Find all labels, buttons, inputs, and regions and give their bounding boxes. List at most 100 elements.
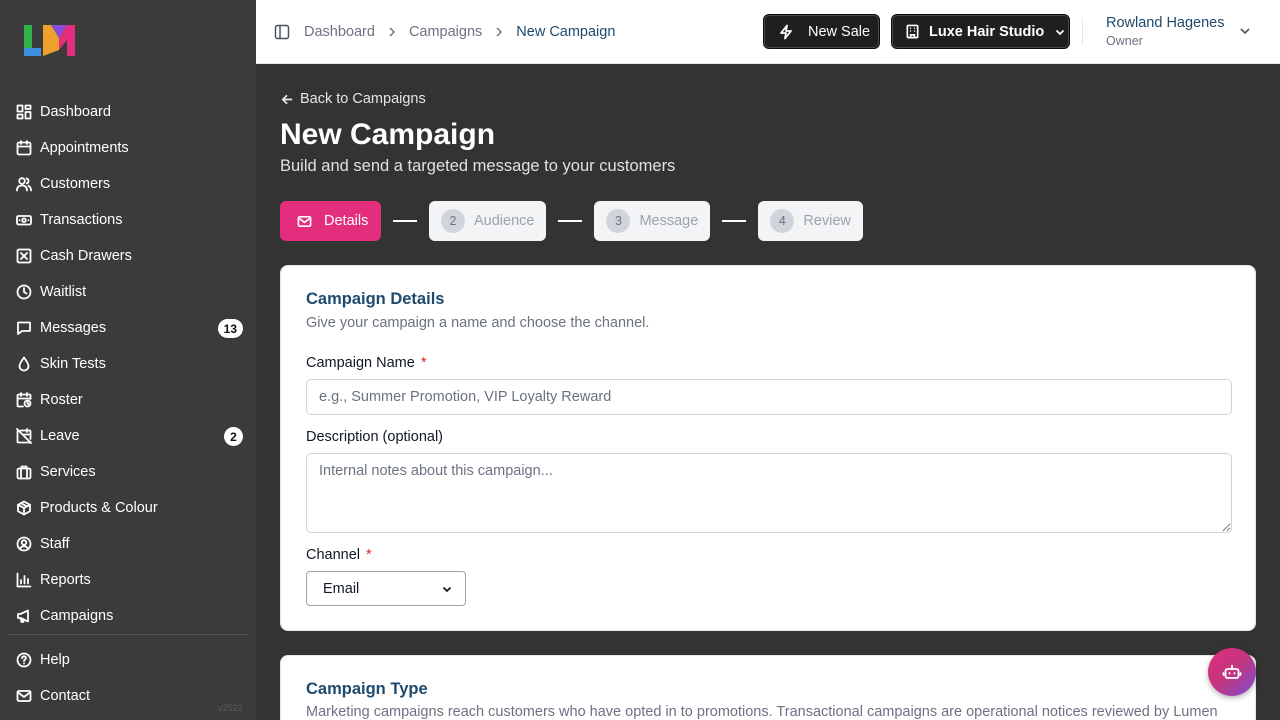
campaign-details-card: Campaign Details Give your campaign a na…	[280, 265, 1256, 631]
app-version: v2522	[218, 703, 243, 713]
bot-icon	[1222, 664, 1242, 679]
user-name: Rowland Hagenes	[1106, 15, 1225, 31]
user-menu[interactable]: Rowland Hagenes Owner	[1106, 15, 1225, 48]
sidebar-item-label: Customers	[40, 176, 111, 192]
sidebar-item-transactions[interactable]: Transactions	[0, 202, 256, 238]
assistant-bot-button[interactable]	[1208, 648, 1256, 696]
campaign-type-card: Campaign Type Marketing campaigns reach …	[280, 655, 1256, 720]
channel-select[interactable]: Email	[306, 571, 466, 606]
sidebar-item-label: Contact	[40, 688, 90, 704]
cash-drawer-icon	[16, 248, 32, 264]
breadcrumb-campaigns[interactable]: Campaigns	[409, 24, 482, 40]
message-icon	[16, 320, 32, 336]
sidebar-item-campaigns[interactable]: Campaigns	[0, 598, 256, 634]
campaign-name-input[interactable]	[306, 379, 1232, 415]
step-message[interactable]: 3 Message	[594, 201, 711, 241]
step-connector	[722, 220, 747, 222]
step-number: 2	[441, 209, 465, 233]
campaign-name-label: Campaign Name *	[306, 355, 427, 371]
back-to-campaigns-link[interactable]: Back to Campaigns	[280, 91, 426, 107]
step-review[interactable]: 4 Review	[758, 201, 863, 241]
help-icon	[16, 652, 32, 668]
store-selector[interactable]: Luxe Hair Studio	[891, 14, 1070, 49]
step-details[interactable]: Details	[280, 201, 381, 241]
chevron-right-icon	[494, 27, 504, 37]
back-label: Back to Campaigns	[300, 91, 426, 107]
channel-value: Email	[323, 580, 360, 597]
page-title: New Campaign	[280, 118, 496, 151]
dashboard-icon	[16, 104, 32, 120]
logo[interactable]	[21, 22, 75, 58]
sidebar-item-label: Waitlist	[40, 284, 87, 300]
header-divider	[1082, 18, 1083, 45]
sidebar-item-label: Messages	[40, 320, 107, 336]
step-audience[interactable]: 2 Audience	[429, 201, 547, 241]
card-title: Campaign Type	[306, 680, 428, 698]
step-connector	[558, 220, 583, 222]
chevron-down-icon	[1056, 29, 1065, 35]
chevron-down-icon	[442, 586, 452, 592]
step-label: Audience	[474, 213, 535, 229]
package-icon	[16, 500, 32, 516]
store-name: Luxe Hair Studio	[929, 23, 1045, 40]
sidebar-item-roster[interactable]: Roster	[0, 382, 256, 418]
page-subtitle: Build and send a targeted message to you…	[280, 157, 676, 175]
description-label: Description (optional)	[306, 429, 444, 445]
new-sale-button[interactable]: New Sale	[763, 14, 880, 49]
sidebar-item-label: Reports	[40, 572, 91, 588]
sidebar-item-label: Appointments	[40, 140, 129, 156]
sidebar-item-label: Staff	[40, 536, 70, 552]
main-content: Back to Campaigns New Campaign Build and…	[256, 65, 1280, 720]
breadcrumb-dashboard[interactable]: Dashboard	[304, 24, 375, 40]
step-connector	[393, 220, 417, 222]
calendar-icon	[16, 140, 32, 156]
sidebar-item-messages[interactable]: Messages 13	[0, 310, 256, 346]
sidebar-item-reports[interactable]: Reports	[0, 562, 256, 598]
sidebar-item-products-colour[interactable]: Products & Colour	[0, 490, 256, 526]
building-icon	[906, 24, 919, 39]
mail-icon	[16, 688, 32, 704]
campaign-stepper: Details 2 Audience 3 Message 4 Review	[280, 201, 863, 241]
sidebar-item-label: Dashboard	[40, 104, 111, 120]
calendar-clock-icon	[16, 392, 32, 408]
sidebar-item-dashboard[interactable]: Dashboard	[0, 94, 256, 130]
sidebar-item-help[interactable]: Help	[0, 642, 256, 678]
sidebar-item-label: Products & Colour	[40, 500, 158, 516]
sidebar-item-cash-drawers[interactable]: Cash Drawers	[0, 238, 256, 274]
sidebar-item-leave[interactable]: Leave 2	[0, 418, 256, 454]
zap-icon	[780, 24, 792, 39]
sidebar-item-label: Help	[40, 652, 70, 668]
sidebar-toggle-icon[interactable]	[274, 24, 290, 40]
sidebar-item-appointments[interactable]: Appointments	[0, 130, 256, 166]
new-sale-label: New Sale	[808, 23, 871, 40]
messages-count-badge: 13	[217, 319, 243, 338]
sidebar-item-label: Services	[40, 464, 96, 480]
card-subtitle: Marketing campaigns reach customers who …	[306, 704, 1218, 720]
mail-icon	[297, 215, 312, 227]
card-title: Campaign Details	[306, 290, 445, 308]
breadcrumb-current: New Campaign	[516, 24, 616, 40]
sidebar-item-waitlist[interactable]: Waitlist	[0, 274, 256, 310]
required-marker: *	[366, 547, 372, 563]
sidebar-item-customers[interactable]: Customers	[0, 166, 256, 202]
chevron-down-icon[interactable]	[1238, 24, 1252, 38]
step-label: Message	[639, 213, 699, 229]
users-icon	[16, 176, 32, 192]
arrow-left-icon	[281, 94, 293, 104]
calendar-off-icon	[16, 428, 32, 444]
user-circle-icon	[16, 536, 32, 552]
card-subtitle: Give your campaign a name and choose the…	[306, 315, 650, 331]
breadcrumb: Dashboard Campaigns New Campaign	[304, 0, 615, 64]
sidebar-item-label: Transactions	[40, 212, 123, 228]
required-marker: *	[420, 355, 427, 371]
bar-chart-icon	[16, 572, 32, 588]
sidebar-item-staff[interactable]: Staff	[0, 526, 256, 562]
megaphone-icon	[16, 608, 32, 624]
sidebar-item-skin-tests[interactable]: Skin Tests	[0, 346, 256, 382]
user-role: Owner	[1106, 34, 1143, 48]
sidebar: Dashboard Appointments Customers Transac…	[0, 0, 256, 720]
sidebar-item-label: Campaigns	[40, 608, 114, 624]
sidebar-item-services[interactable]: Services	[0, 454, 256, 490]
description-textarea[interactable]	[306, 453, 1232, 533]
sidebar-item-label: Skin Tests	[40, 356, 106, 372]
